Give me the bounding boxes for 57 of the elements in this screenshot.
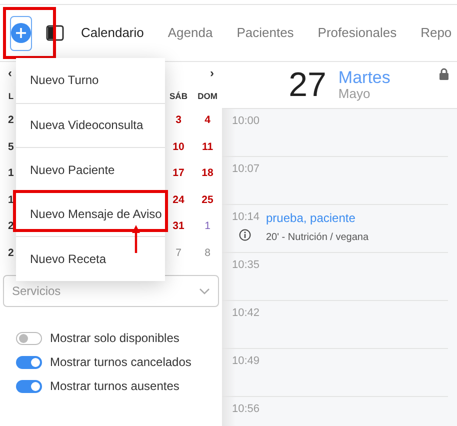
day-number[interactable]: 10 <box>164 134 193 161</box>
weekday-header: L <box>8 90 14 103</box>
pointer-arrow <box>131 224 141 254</box>
next-month-button[interactable]: › <box>210 64 214 82</box>
switch-label: Mostrar turnos cancelados <box>50 354 192 371</box>
menu-item[interactable]: Nuevo Receta <box>16 236 165 280</box>
day-number[interactable]: 1 <box>193 214 222 240</box>
switch-label: Mostrar solo disponibles <box>50 330 180 347</box>
month-name: Mayo <box>338 87 372 101</box>
appointment-detail: 20' - Nutrición / vegana <box>266 231 369 245</box>
time-label: 10:56 <box>232 402 258 417</box>
toggle-switch[interactable] <box>16 332 42 344</box>
day-number: 2 <box>8 113 14 128</box>
nav-link[interactable]: Profesionales <box>310 23 404 43</box>
weekday-header: DOM <box>196 90 218 103</box>
sidebar-toggle-icon[interactable] <box>46 25 64 41</box>
day-number[interactable]: 8 <box>193 240 222 267</box>
day-number[interactable]: 31 <box>164 214 193 240</box>
nav-link[interactable]: Pacientes <box>230 23 301 43</box>
select-placeholder: Servicios <box>12 283 61 300</box>
chevron-down-icon <box>199 288 210 294</box>
day-number[interactable]: 7 <box>164 240 193 267</box>
nav-link[interactable]: Agenda <box>160 23 220 43</box>
day-number: 2 <box>8 219 14 234</box>
add-button[interactable] <box>10 16 32 50</box>
menu-item[interactable]: Nuevo Turno <box>16 58 165 102</box>
day-number[interactable]: 25 <box>193 188 222 214</box>
menu-item[interactable]: Nuevo Paciente <box>16 147 165 192</box>
day-number: 5 <box>8 140 14 155</box>
nav-link[interactable]: Repo <box>414 23 457 43</box>
day-number[interactable]: 3 <box>164 108 193 134</box>
toggle-switch[interactable] <box>16 380 42 392</box>
day-number: 2 <box>8 246 14 261</box>
nav-link[interactable]: Calendario <box>74 23 151 43</box>
time-label: 10:49 <box>232 354 258 369</box>
day-number[interactable]: 18 <box>193 161 222 188</box>
plus-icon <box>11 23 31 43</box>
weekday-header: SÁB <box>168 90 188 103</box>
day-number[interactable]: 11 <box>193 134 222 161</box>
menu-item[interactable]: Nuevo Mensaje de Aviso <box>16 192 165 236</box>
time-label: 10:00 <box>232 114 258 129</box>
day-number[interactable]: 4 <box>193 108 222 134</box>
switch-label: Mostrar turnos ausentes <box>50 378 180 395</box>
time-label: 10:35 <box>232 258 258 273</box>
day-number[interactable]: 17 <box>164 161 193 188</box>
time-label: 10:07 <box>232 162 258 177</box>
toggle-switch[interactable] <box>16 356 42 368</box>
day-number: 1 <box>8 192 14 208</box>
info-icon[interactable] <box>239 228 251 240</box>
day-number-large: 27 <box>288 68 326 102</box>
day-number[interactable]: 24 <box>164 188 193 214</box>
weekday-name: Martes <box>338 69 390 88</box>
day-number: 1 <box>8 166 14 182</box>
time-label: 10:14 <box>232 210 258 225</box>
previous-month-button[interactable]: ‹ <box>8 64 12 82</box>
time-label: 10:42 <box>232 306 258 321</box>
menu-item[interactable]: Nueva Videoconsulta <box>16 102 165 147</box>
